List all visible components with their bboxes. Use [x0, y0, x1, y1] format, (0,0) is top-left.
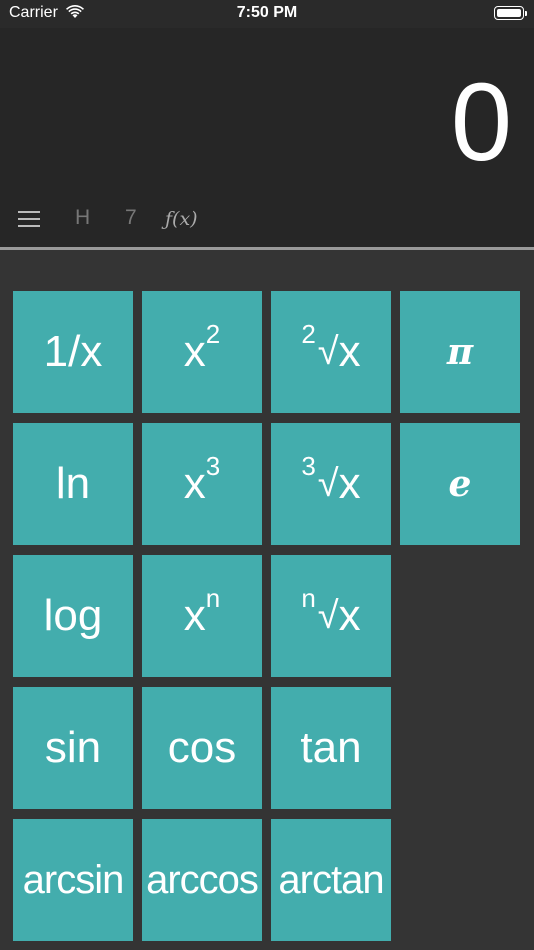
sin-key[interactable]: sin	[13, 687, 133, 809]
ln-label: ln	[55, 459, 91, 508]
history-button[interactable]: H	[75, 206, 90, 230]
sqrt-index: 2	[301, 318, 316, 349]
nroot-sign: √	[317, 594, 339, 637]
cbrt-var: x	[338, 459, 361, 508]
nroot-var: x	[338, 591, 361, 640]
cube-exponent: 3	[205, 450, 221, 481]
functions-keypad-button[interactable]: ƒ(x)	[165, 208, 198, 230]
cbrt-sign: √	[317, 462, 339, 505]
e-label: e	[448, 463, 472, 505]
arccos-label: arccos	[146, 857, 259, 902]
arcsin-label: arcsin	[22, 857, 125, 902]
tan-key[interactable]: tan	[271, 687, 391, 809]
cos-key[interactable]: cos	[142, 687, 262, 809]
square-exponent: 2	[205, 318, 221, 349]
reciprocal-label: 1/x	[43, 327, 103, 376]
battery-icon	[494, 6, 527, 20]
sqrt-sign: √	[317, 330, 339, 373]
arctan-label: arctan	[278, 857, 384, 902]
nroot-index: n	[301, 582, 316, 613]
status-bar: Carrier 7:50 PM	[0, 0, 534, 28]
display-value: 0	[450, 61, 512, 184]
arcsin-key[interactable]: arcsin	[13, 819, 133, 941]
nth-root-key[interactable]: n √ x	[271, 555, 391, 677]
power-key[interactable]: xn	[142, 555, 262, 677]
cube-root-key[interactable]: 3 √ x	[271, 423, 391, 545]
tan-label: tan	[300, 723, 362, 772]
menu-icon[interactable]	[18, 210, 40, 228]
toolbar: H 7 ƒ(x)	[0, 200, 534, 240]
square-root-key[interactable]: 2 √ x	[271, 291, 391, 413]
power-exponent: n	[205, 582, 221, 613]
pi-label: π	[446, 331, 474, 373]
pi-key[interactable]: π	[400, 291, 520, 413]
log-label: log	[43, 591, 103, 640]
cube-base: x	[183, 459, 206, 508]
reciprocal-key[interactable]: 1/x	[13, 291, 133, 413]
function-keypad: 1/x x2 2 √ x π ln x3 3 √ x e log xn n √ x sin …	[0, 250, 534, 950]
power-base: x	[183, 591, 206, 640]
sin-label: sin	[44, 723, 102, 772]
sqrt-var: x	[338, 327, 361, 376]
square-key[interactable]: x2	[142, 291, 262, 413]
arctan-key[interactable]: arctan	[271, 819, 391, 941]
arccos-key[interactable]: arccos	[142, 819, 262, 941]
cos-label: cos	[167, 723, 237, 772]
square-base: x	[183, 327, 206, 376]
cbrt-index: 3	[301, 450, 316, 481]
ln-key[interactable]: ln	[13, 423, 133, 545]
log-key[interactable]: log	[13, 555, 133, 677]
e-key[interactable]: e	[400, 423, 520, 545]
standard-keypad-button[interactable]: 7	[125, 206, 137, 230]
status-time: 7:50 PM	[236, 4, 298, 21]
cube-key[interactable]: x3	[142, 423, 262, 545]
